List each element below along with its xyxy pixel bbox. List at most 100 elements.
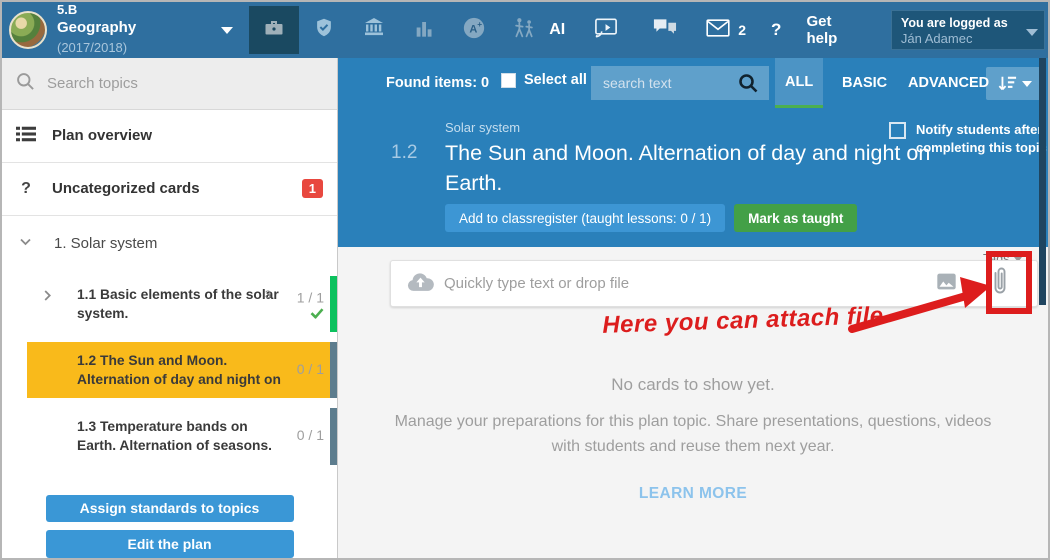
annotation-text: Here you can attach file bbox=[573, 301, 914, 341]
cloud-upload-icon bbox=[407, 270, 434, 297]
unread-messages-count: 2 bbox=[738, 22, 746, 38]
search-icon bbox=[16, 72, 35, 96]
logged-user-dropdown[interactable]: You are logged as Ján Adamec bbox=[891, 10, 1045, 50]
chat-button[interactable] bbox=[648, 13, 681, 48]
select-all-checkbox[interactable] bbox=[501, 73, 516, 88]
module-school-bank[interactable] bbox=[349, 6, 399, 54]
topic-number: 1.2 bbox=[391, 142, 417, 164]
list-icon bbox=[16, 125, 36, 147]
walking-people-icon bbox=[511, 16, 537, 45]
a-plus-circle-icon: A+ bbox=[462, 16, 486, 45]
class-name: 5.B bbox=[57, 2, 205, 18]
select-all-control[interactable]: Select all bbox=[501, 72, 587, 88]
chevron-down-icon bbox=[1026, 29, 1038, 36]
uncategorized-cards-label: Uncategorized cards bbox=[52, 180, 200, 197]
module-results-chart[interactable] bbox=[399, 6, 449, 54]
select-all-label: Select all bbox=[524, 72, 587, 88]
notify-students-checkbox[interactable] bbox=[889, 122, 906, 139]
edupage-app-window: 5.B Geography (2017/2018) bbox=[0, 0, 1050, 560]
cards-area: Tags bbox=[338, 247, 1048, 558]
chevron-down-icon bbox=[221, 27, 233, 34]
topic-blue-header: Found items: 0 Select all ALL BASIC ADVA… bbox=[338, 58, 1048, 247]
notify-students-control[interactable]: Notify students after completing this to… bbox=[889, 121, 1048, 156]
messages-button[interactable]: 2 bbox=[706, 19, 746, 42]
chevron-down-icon bbox=[20, 238, 31, 246]
plan-sidebar: Plan overview ? Uncategorized cards 1 1.… bbox=[2, 58, 338, 558]
cards-search-box bbox=[591, 66, 769, 100]
bank-icon bbox=[362, 17, 386, 44]
envelope-icon bbox=[706, 19, 730, 42]
sort-icon bbox=[997, 75, 1017, 93]
chevron-right-icon bbox=[44, 290, 51, 301]
scrollbar-thumb[interactable] bbox=[1039, 58, 1046, 305]
cast-screen-button[interactable] bbox=[590, 13, 623, 48]
topbar-right-cluster: AI 2 ? Get help You are logged as bbox=[549, 10, 1048, 50]
get-help-link[interactable]: Get help bbox=[806, 13, 861, 47]
sidebar-topic-1-1[interactable]: 1.1 Basic elements of the solar system. … bbox=[2, 276, 337, 332]
top-navigation-bar: 5.B Geography (2017/2018) bbox=[2, 2, 1048, 58]
class-avatar[interactable] bbox=[9, 11, 47, 49]
class-picker-labels: 5.B Geography (2017/2018) bbox=[57, 2, 205, 58]
sidebar-topic-1-3[interactable]: 1.3 Temperature bands on Earth. Alternat… bbox=[2, 408, 337, 464]
module-tabs: A+ bbox=[249, 6, 549, 54]
tab-all[interactable]: ALL bbox=[775, 58, 823, 108]
check-icon bbox=[310, 308, 324, 319]
svg-text:A: A bbox=[470, 23, 478, 35]
module-excursions-people[interactable] bbox=[499, 6, 549, 54]
tab-basic[interactable]: BASIC bbox=[832, 58, 897, 108]
topic-progress: 0 / 1 bbox=[297, 427, 324, 447]
chapter-solar-system[interactable]: 1. Solar system bbox=[2, 216, 337, 260]
cast-icon bbox=[594, 17, 619, 44]
sort-dropdown-button[interactable] bbox=[986, 67, 1042, 100]
ai-assistant-button[interactable]: AI bbox=[549, 21, 565, 39]
plan-overview-label: Plan overview bbox=[52, 127, 152, 144]
search-icon bbox=[738, 73, 758, 93]
class-picker-dropdown[interactable]: 5.B Geography (2017/2018) bbox=[57, 2, 247, 58]
topic-status-bar-pending bbox=[330, 408, 337, 464]
learn-more-link[interactable]: LEARN MORE bbox=[338, 485, 1048, 503]
sidebar-topic-1-2-selected[interactable]: 1.2 The Sun and Moon. Alternation of day… bbox=[2, 342, 337, 398]
edit-plan-button[interactable]: Edit the plan bbox=[46, 530, 294, 558]
topic-title: 1.1 Basic elements of the solar system. bbox=[77, 285, 285, 324]
topic-status-bar-done bbox=[330, 276, 337, 332]
add-to-classregister-button[interactable]: Add to classregister (taught lessons: 0 … bbox=[445, 204, 725, 232]
topic-chapter-label: Solar system bbox=[445, 120, 520, 135]
chevron-down-icon bbox=[1022, 81, 1032, 87]
found-items-label: Found items: 0 bbox=[386, 75, 489, 91]
class-subject: Geography bbox=[57, 19, 136, 36]
topic-title: 1.2 The Sun and Moon. Alternation of day… bbox=[77, 351, 285, 390]
search-submit-button[interactable] bbox=[727, 66, 769, 100]
topic-title: 1.3 Temperature bands on Earth. Alternat… bbox=[77, 417, 285, 456]
briefcase-icon bbox=[262, 16, 286, 45]
paperclip-icon bbox=[991, 266, 1009, 301]
topic-status-bar-pending bbox=[330, 342, 337, 398]
notify-students-label: Notify students after completing this to… bbox=[916, 121, 1048, 156]
module-plans-briefcase[interactable] bbox=[249, 6, 299, 54]
cards-search-input[interactable] bbox=[591, 66, 727, 100]
logged-user-name: Ján Adamec bbox=[901, 31, 1022, 48]
sidebar-item-plan-overview[interactable]: Plan overview bbox=[2, 110, 337, 163]
topic-card-count: 3 bbox=[265, 288, 271, 303]
question-mark-icon: ? bbox=[16, 180, 36, 198]
help-question-icon[interactable]: ? bbox=[771, 20, 781, 40]
empty-state-description: Manage your preparations for this plan t… bbox=[393, 410, 993, 460]
uncategorized-count-badge: 1 bbox=[302, 179, 323, 198]
class-year: (2017/2018) bbox=[57, 40, 127, 55]
chapter-label: 1. Solar system bbox=[54, 235, 157, 252]
logged-as-label: You are logged as bbox=[901, 15, 1022, 31]
topic-detail-panel: Found items: 0 Select all ALL BASIC ADVA… bbox=[338, 58, 1048, 558]
shield-check-icon bbox=[313, 16, 335, 44]
sidebar-item-uncategorized-cards[interactable]: ? Uncategorized cards 1 bbox=[2, 163, 337, 216]
topic-progress: 0 / 1 bbox=[297, 360, 324, 380]
svg-text:+: + bbox=[477, 19, 482, 29]
tab-advanced[interactable]: ADVANCED bbox=[898, 58, 999, 108]
empty-state-title: No cards to show yet. bbox=[338, 375, 1048, 395]
chat-bubbles-icon bbox=[652, 17, 677, 44]
assign-standards-button[interactable]: Assign standards to topics bbox=[46, 495, 294, 523]
search-topics-input[interactable] bbox=[47, 75, 287, 92]
topics-search-row bbox=[2, 58, 337, 110]
module-grades-aplus[interactable]: A+ bbox=[449, 6, 499, 54]
topic-action-buttons: Add to classregister (taught lessons: 0 … bbox=[445, 204, 857, 232]
module-attendance-shield[interactable] bbox=[299, 6, 349, 54]
mark-as-taught-button[interactable]: Mark as taught bbox=[734, 204, 857, 232]
